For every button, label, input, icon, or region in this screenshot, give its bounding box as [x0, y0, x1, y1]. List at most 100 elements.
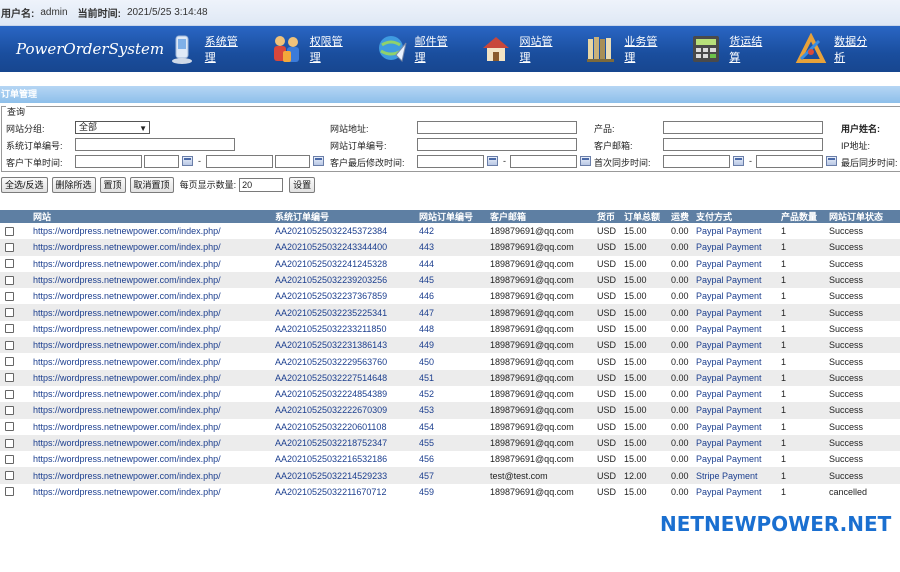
table-cell[interactable]: https://wordpress.netnewpower.com/index.… — [31, 418, 273, 435]
table-cell[interactable]: 452 — [417, 385, 488, 403]
row-checkbox[interactable] — [5, 324, 14, 334]
calendar-icon[interactable] — [487, 156, 498, 166]
modify-time-end-date[interactable] — [510, 155, 577, 168]
nav-item-shipping[interactable]: 货运结算 — [690, 26, 773, 72]
table-cell[interactable]: https://wordpress.netnewpower.com/index.… — [31, 288, 273, 305]
calendar-icon[interactable] — [313, 156, 324, 166]
table-row[interactable]: https://wordpress.netnewpower.com/index.… — [0, 369, 900, 386]
row-checkbox[interactable] — [5, 275, 14, 285]
table-cell[interactable]: https://wordpress.netnewpower.com/index.… — [31, 304, 273, 321]
table-cell[interactable]: https://wordpress.netnewpower.com/index.… — [31, 451, 273, 468]
row-checkbox[interactable] — [5, 373, 14, 383]
nav-item-mail[interactable]: 邮件管理 — [376, 26, 459, 72]
table-cell[interactable]: Paypal Payment — [694, 288, 779, 305]
product-input[interactable] — [663, 121, 823, 134]
table-cell[interactable]: https://wordpress.netnewpower.com/index.… — [31, 320, 273, 338]
first-sync-start-date[interactable] — [663, 155, 730, 168]
table-row[interactable]: https://wordpress.netnewpower.com/index.… — [0, 255, 900, 272]
page-size-input[interactable]: 20 — [239, 177, 284, 192]
table-row[interactable]: https://wordpress.netnewpower.com/index.… — [0, 353, 900, 370]
table-row[interactable]: https://wordpress.netnewpower.com/index.… — [0, 223, 900, 240]
delete-selected-button[interactable]: 删除所选 — [51, 176, 96, 193]
row-checkbox[interactable] — [5, 405, 14, 415]
calendar-icon[interactable] — [826, 156, 837, 166]
table-cell[interactable]: AA20210525032233211850 — [273, 320, 417, 338]
table-cell[interactable]: AA20210525032224854389 — [273, 385, 417, 403]
table-row[interactable]: https://wordpress.netnewpower.com/index.… — [0, 418, 900, 435]
table-cell[interactable]: https://wordpress.netnewpower.com/index.… — [31, 255, 273, 272]
first-sync-end-date[interactable] — [756, 155, 823, 168]
nav-item-analytics[interactable]: 数据分析 — [795, 26, 878, 72]
table-cell[interactable]: 447 — [417, 304, 488, 321]
calendar-icon[interactable] — [182, 156, 193, 166]
table-cell[interactable]: AA20210525032211670712 — [273, 483, 417, 501]
row-checkbox[interactable] — [5, 242, 14, 252]
table-row[interactable]: https://wordpress.netnewpower.com/index.… — [0, 402, 900, 419]
table-cell[interactable]: 453 — [417, 402, 488, 419]
table-cell[interactable]: AA20210525032218752347 — [273, 434, 417, 452]
table-cell[interactable]: https://wordpress.netnewpower.com/index.… — [31, 467, 273, 484]
table-row[interactable]: https://wordpress.netnewpower.com/index.… — [0, 434, 900, 452]
table-cell[interactable]: 454 — [417, 418, 488, 435]
row-checkbox[interactable] — [5, 438, 14, 448]
table-cell[interactable]: https://wordpress.netnewpower.com/index.… — [31, 483, 273, 501]
table-cell[interactable]: AA20210525032245372384 — [273, 223, 417, 240]
table-cell[interactable]: Paypal Payment — [694, 369, 779, 386]
row-checkbox[interactable] — [5, 226, 14, 236]
table-cell[interactable]: Paypal Payment — [694, 239, 779, 256]
select-all-button[interactable]: 全选/反选 — [1, 176, 48, 193]
table-cell[interactable]: AA20210525032214529233 — [273, 467, 417, 484]
table-cell[interactable]: AA20210525032216532186 — [273, 451, 417, 468]
site-group-select[interactable]: 全部 ▼ — [75, 121, 150, 134]
unpin-top-button[interactable]: 取消置顶 — [129, 176, 174, 193]
nav-item-system[interactable]: 系统管理 — [166, 26, 249, 72]
site-url-input[interactable] — [417, 121, 577, 134]
nav-label[interactable]: 权限管理 — [310, 33, 354, 65]
table-cell[interactable]: 444 — [417, 255, 488, 272]
table-cell[interactable]: 456 — [417, 451, 488, 468]
row-checkbox[interactable] — [5, 291, 14, 301]
table-cell[interactable]: https://wordpress.netnewpower.com/index.… — [31, 271, 273, 289]
table-cell[interactable]: https://wordpress.netnewpower.com/index.… — [31, 223, 273, 240]
order-time-start-hour[interactable] — [144, 155, 179, 168]
table-cell[interactable]: https://wordpress.netnewpower.com/index.… — [31, 402, 273, 419]
sys-order-no-input[interactable] — [75, 138, 235, 151]
row-checkbox[interactable] — [5, 357, 14, 367]
site-order-no-input[interactable] — [417, 138, 577, 151]
nav-label[interactable]: 邮件管理 — [415, 33, 459, 65]
nav-label[interactable]: 货运结算 — [729, 33, 773, 65]
customer-email-input[interactable] — [663, 138, 823, 151]
calendar-icon[interactable] — [733, 156, 744, 166]
order-time-end-hour[interactable] — [275, 155, 310, 168]
row-checkbox[interactable] — [5, 340, 14, 350]
nav-item-website[interactable]: 网站管理 — [480, 26, 563, 72]
row-checkbox[interactable] — [5, 471, 14, 481]
table-cell[interactable]: https://wordpress.netnewpower.com/index.… — [31, 385, 273, 403]
table-cell[interactable]: 445 — [417, 271, 488, 289]
table-cell[interactable]: Paypal Payment — [694, 451, 779, 468]
table-row[interactable]: https://wordpress.netnewpower.com/index.… — [0, 271, 900, 289]
table-cell[interactable]: Paypal Payment — [694, 385, 779, 403]
row-checkbox[interactable] — [5, 389, 14, 399]
table-cell[interactable]: 449 — [417, 337, 488, 354]
table-cell[interactable]: 442 — [417, 223, 488, 240]
nav-label[interactable]: 系统管理 — [205, 33, 249, 65]
table-cell[interactable]: Paypal Payment — [694, 337, 779, 354]
table-cell[interactable]: AA20210525032241245328 — [273, 255, 417, 272]
table-row[interactable]: https://wordpress.netnewpower.com/index.… — [0, 304, 900, 321]
row-checkbox[interactable] — [5, 308, 14, 318]
table-row[interactable]: https://wordpress.netnewpower.com/index.… — [0, 320, 900, 338]
table-cell[interactable]: AA20210525032243344400 — [273, 239, 417, 256]
table-cell[interactable]: Paypal Payment — [694, 402, 779, 419]
pin-top-button[interactable]: 置顶 — [99, 176, 126, 193]
settings-button[interactable]: 设置 — [289, 176, 316, 193]
order-time-end-date[interactable] — [206, 155, 273, 168]
table-row[interactable]: https://wordpress.netnewpower.com/index.… — [0, 239, 900, 256]
table-cell[interactable]: 455 — [417, 434, 488, 452]
table-cell[interactable]: 443 — [417, 239, 488, 256]
table-cell[interactable]: AA20210525032235225341 — [273, 304, 417, 321]
table-cell[interactable]: Paypal Payment — [694, 271, 779, 289]
table-cell[interactable]: AA20210525032231386143 — [273, 337, 417, 354]
table-cell[interactable]: AA20210525032229563760 — [273, 353, 417, 370]
nav-label[interactable]: 数据分析 — [834, 33, 878, 65]
